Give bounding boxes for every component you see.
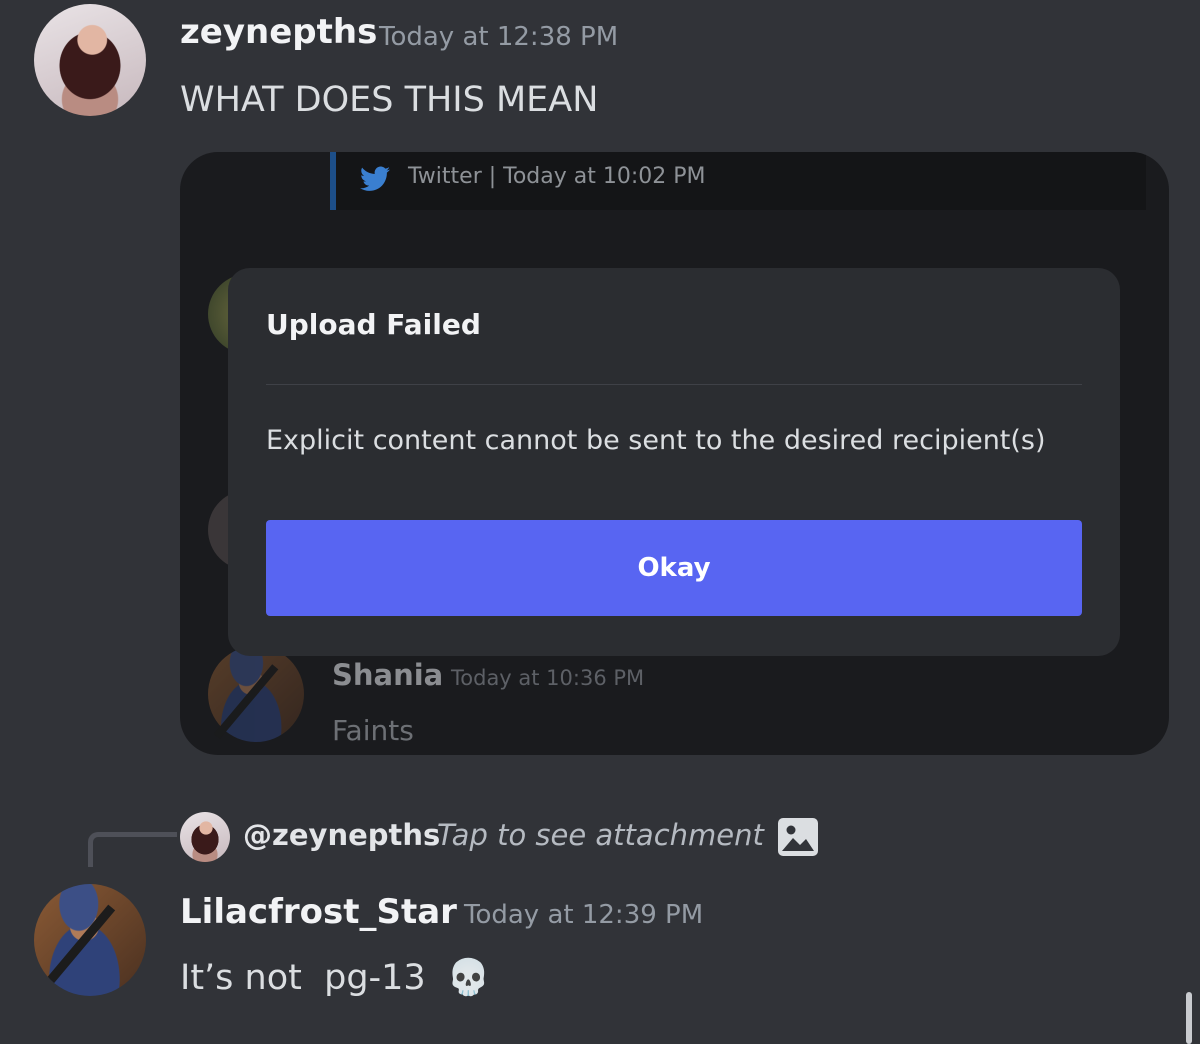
message-text: It’s not pg-13 💀: [180, 957, 490, 998]
okay-button: Okay: [266, 520, 1082, 616]
twitter-bird-icon: [360, 166, 390, 191]
message-text-body: It’s not pg-13: [180, 958, 426, 998]
embed-source: Twitter | Today at 10:02 PM: [408, 164, 706, 189]
reply-avatar[interactable]: [180, 812, 230, 862]
message-username: Shania: [332, 658, 444, 692]
reply-preview[interactable]: Tap to see attachment: [437, 818, 764, 852]
message-text: WHAT DOES THIS MEAN: [180, 80, 599, 120]
scrollbar[interactable]: [1186, 992, 1192, 1044]
reply-mention[interactable]: @zeynepths: [243, 818, 440, 852]
image-icon: [778, 818, 818, 856]
message-timestamp: Today at 10:36 PM: [451, 666, 645, 690]
message-text: Faints: [332, 714, 414, 747]
message-username[interactable]: Lilacfrost_Star: [180, 892, 457, 932]
avatar: [208, 646, 304, 742]
reply-connector: [88, 832, 177, 867]
skull-emoji: 💀: [446, 958, 491, 998]
dialog-body: Explicit content cannot be sent to the d…: [266, 425, 1046, 456]
avatar[interactable]: [34, 884, 146, 996]
message-timestamp: Today at 12:38 PM: [379, 22, 619, 52]
message-timestamp: Today at 12:39 PM: [464, 900, 704, 930]
avatar[interactable]: [34, 4, 146, 116]
dialog-title: Upload Failed: [266, 308, 481, 341]
upload-failed-dialog: Upload Failed Explicit content cannot be…: [228, 268, 1120, 656]
attachment-image[interactable]: Twitter | Today at 10:02 PM Upload Faile…: [180, 152, 1169, 755]
divider: [266, 384, 1082, 385]
message-username[interactable]: zeynepths: [180, 12, 377, 52]
